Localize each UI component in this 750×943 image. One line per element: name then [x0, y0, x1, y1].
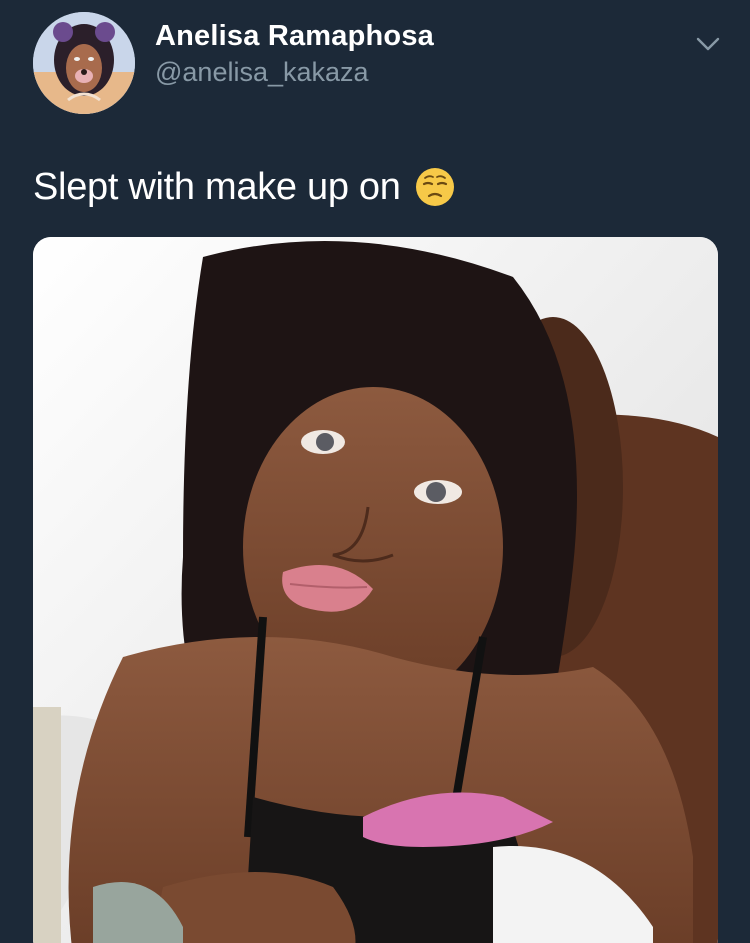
- chevron-down-icon[interactable]: [694, 30, 722, 58]
- avatar-image: [33, 12, 135, 114]
- user-meta: Anelisa Ramaphosa @anelisa_kakaza: [155, 19, 434, 89]
- tweet-card: Anelisa Ramaphosa @anelisa_kakaza Slept …: [0, 0, 750, 943]
- avatar[interactable]: [33, 12, 135, 114]
- user-handle[interactable]: @anelisa_kakaza: [155, 55, 434, 89]
- tweet-photo[interactable]: [33, 237, 718, 943]
- tweet-text-content: Slept with make up on: [33, 166, 401, 208]
- tweet-text: Slept with make up on: [33, 164, 455, 210]
- tweet-header: Anelisa Ramaphosa @anelisa_kakaza: [33, 12, 434, 114]
- pensive-face-emoji-icon: [415, 167, 455, 207]
- selfie-photo: [33, 237, 718, 943]
- display-name[interactable]: Anelisa Ramaphosa: [155, 19, 434, 53]
